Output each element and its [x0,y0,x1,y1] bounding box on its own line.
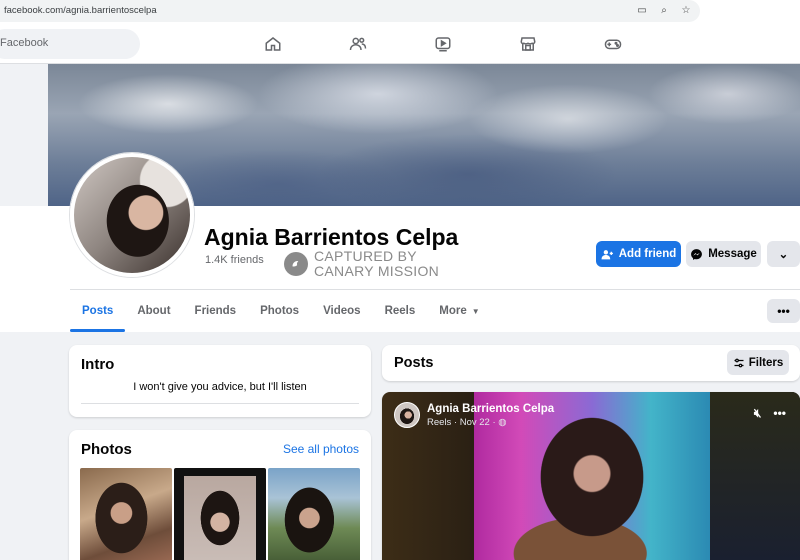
friends-icon[interactable] [315,28,400,60]
home-icon[interactable] [230,28,315,60]
search-placeholder: Facebook [0,37,49,49]
photo-thumbnail-1[interactable] [80,468,172,560]
sliders-icon [734,358,744,367]
filters-button[interactable]: Filters [727,350,789,375]
tab-posts[interactable]: Posts [70,290,126,332]
intro-title: Intro [81,356,115,373]
watermark-line-1: CAPTURED BY [314,248,417,264]
photos-title: Photos [81,441,132,458]
url-text: facebook.com/agnia.barrientoscelpa [4,5,157,16]
install-app-icon[interactable]: ▭ [636,4,648,18]
filters-label: Filters [748,356,784,369]
more-dots-icon: ••• [777,304,790,318]
message-label: Message [708,248,757,260]
reel-author-name[interactable]: Agnia Barrientos Celpa [427,403,554,415]
top-navigation: Facebook [0,24,800,64]
add-friend-label: Add friend [618,248,677,260]
tabs-overflow-button[interactable]: ••• [767,299,800,323]
bookmark-star-icon[interactable]: ☆ [680,4,692,18]
tab-more[interactable]: More ▼ [427,290,491,332]
reel-author-avatar[interactable] [394,402,420,428]
photo-thumbnail-2[interactable] [174,468,266,560]
tab-videos[interactable]: Videos [311,290,373,332]
gaming-icon[interactable] [570,28,655,60]
search-input[interactable]: Facebook [0,29,140,59]
canary-logo-icon [284,252,308,276]
watermark-text: CAPTURED BY CANARY MISSION [314,249,439,279]
profile-name: Agnia Barrientos Celpa [204,224,459,250]
caret-down-icon: ▼ [471,306,480,316]
photo-thumbnail-3[interactable] [268,468,360,560]
posts-title: Posts [394,355,434,371]
intro-divider [81,403,359,404]
see-all-photos-link[interactable]: See all photos [283,442,359,456]
nav-icons [230,28,655,60]
browser-icons: ▭ ⌕ ☆ [636,4,692,18]
post-options-icon[interactable]: ••• [773,406,786,421]
message-button[interactable]: Message [686,241,761,267]
messenger-icon [691,248,703,260]
reel-video[interactable] [474,392,710,560]
friends-count[interactable]: 1.4K friends [205,254,264,266]
reel-controls: 🔇︎ ••• [754,406,786,421]
zoom-icon[interactable]: ⌕ [658,4,670,18]
reel-meta-text: Reels · Nov 22 · [427,417,496,428]
profile-tabs: Posts About Friends Photos Videos Reels … [70,290,492,332]
video-icon[interactable] [400,28,485,60]
tab-reels[interactable]: Reels [373,290,428,332]
watermark: CAPTURED BY CANARY MISSION [284,249,439,279]
mute-icon[interactable]: 🔇︎ [754,406,762,421]
intro-card: Intro I won't give you advice, but I'll … [69,345,371,417]
browser-bar: facebook.com/agnia.barrientoscelpa ▭ ⌕ ☆ [0,0,800,24]
globe-icon: ◍ [498,417,507,428]
chevron-down-icon: ⌄ [778,249,789,261]
tab-photos[interactable]: Photos [248,290,311,332]
reel-meta: Reels · Nov 22 · ◍ [427,417,507,428]
watermark-line-2: CANARY MISSION [314,263,440,279]
reel-post[interactable]: Agnia Barrientos Celpa Reels · Nov 22 · … [382,392,800,560]
posts-header-card: Posts Filters [382,345,800,381]
photos-card: Photos See all photos [69,430,371,560]
profile-avatar[interactable] [70,153,194,277]
tab-friends[interactable]: Friends [183,290,249,332]
address-bar[interactable]: facebook.com/agnia.barrientoscelpa [0,0,700,22]
tab-more-label: More [439,305,467,317]
add-friend-button[interactable]: Add friend [596,241,681,267]
tab-about[interactable]: About [125,290,182,332]
profile-more-button[interactable]: ⌄ [767,241,800,267]
marketplace-icon[interactable] [485,28,570,60]
add-person-icon [601,249,613,259]
intro-bio: I won't give you advice, but I'll listen [133,381,307,393]
